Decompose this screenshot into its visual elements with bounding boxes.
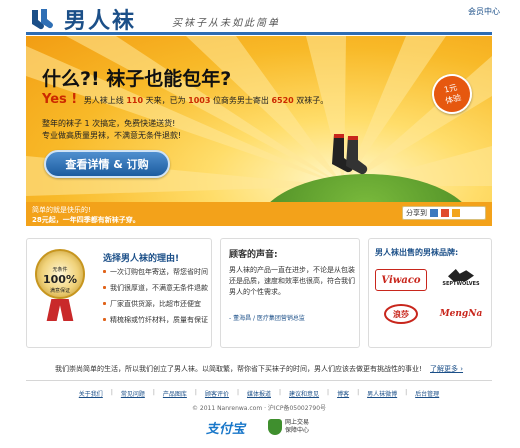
testimonial-quote: 男人袜的产品一直在进步，不论是从包装还是品质，速度和效率也很高，符合我们男人的个… bbox=[229, 266, 355, 296]
trust-line-1: 网上交易 bbox=[285, 419, 310, 426]
socks-illustration-icon bbox=[332, 134, 368, 175]
reasons-list: 一次订购包年寄送，帮您省时间 我们很厚道，不满意无条件退款 厂家直供货源，比超市… bbox=[103, 267, 208, 331]
alipay-logo[interactable]: 支付宝 bbox=[206, 418, 245, 437]
footer-link-faq[interactable]: 常见问题 bbox=[121, 389, 145, 398]
separator: | bbox=[327, 389, 330, 396]
share-qzone-icon[interactable] bbox=[430, 209, 438, 217]
share-label: 分享到 bbox=[406, 209, 427, 217]
reasons-title: 选择男人袜的理由! bbox=[103, 254, 180, 264]
trust-badge[interactable]: 网上交易 保障中心 bbox=[268, 419, 309, 435]
brand-langsha-text: 浪莎 bbox=[384, 304, 418, 324]
trust-line-2: 保障中心 bbox=[285, 427, 310, 434]
tagline-text: 我们崇尚简单的生活，所以我们创立了男人袜。以简取繁，帮你省下买袜子的时间，男人们… bbox=[54, 365, 422, 373]
list-item: 精梳棉或竹纤材料，质量有保证 bbox=[103, 315, 208, 325]
hero-footer-line-2: 28元起，一年四季都有新袜子穿。 bbox=[32, 216, 140, 224]
member-center-link[interactable]: 会员中心 bbox=[468, 6, 500, 17]
footer-link-media[interactable]: 媒体报道 bbox=[247, 389, 271, 398]
stats-pairs: 6520 bbox=[271, 96, 294, 105]
brand-langsha-logo[interactable]: 浪莎 bbox=[375, 303, 427, 325]
testimonial-panel: 顾客的声音: 男人袜的产品一直在进步，不论是从包装还是品质，速度和效率也很高，符… bbox=[220, 238, 360, 348]
stats-days: 110 bbox=[126, 96, 144, 105]
footer-tagline: 我们崇尚简单的生活，所以我们创立了男人袜。以简取繁，帮你省下买袜子的时间，男人们… bbox=[26, 364, 492, 374]
brand-mengna-logo[interactable]: MengNa bbox=[435, 303, 487, 325]
satisfaction-medal-icon: 无条件 100% 满意保证 bbox=[35, 249, 85, 299]
footer-link-reviews[interactable]: 顾客评价 bbox=[205, 389, 229, 398]
top-bar: 男人袜 买袜子从未如此简单 会员中心 bbox=[0, 0, 520, 36]
separator: | bbox=[110, 389, 113, 396]
stats-text-2: 天来，已为 bbox=[145, 96, 186, 105]
separator: | bbox=[152, 389, 155, 396]
learn-more-link[interactable]: 了解更多 › bbox=[430, 365, 463, 373]
brand-septwolves-text: SEPTWOLVES bbox=[442, 281, 480, 287]
medal-top-text: 无条件 bbox=[52, 267, 68, 273]
footer-link-weibo[interactable]: 男人袜微博 bbox=[367, 389, 397, 398]
medal-ribbon-right bbox=[58, 299, 74, 321]
copyright: © 2011 Nanrenwa.com · 沪ICP备05002790号 bbox=[191, 405, 327, 412]
site-logo[interactable]: 男人袜 bbox=[28, 6, 168, 34]
reasons-panel: 无条件 100% 满意保证 选择男人袜的理由! 一次订购包年寄送，帮您省时间 我… bbox=[26, 238, 212, 348]
footer-link-feedback[interactable]: 建议和意见 bbox=[289, 389, 319, 398]
brand-viwaco-logo[interactable]: Viwaco bbox=[375, 269, 427, 291]
list-item: 厂家直供货源，比超市还便宜 bbox=[103, 299, 208, 309]
list-item: 我们很厚道，不满意无条件退款 bbox=[103, 283, 208, 293]
testimonial-title: 顾客的声音: bbox=[229, 250, 278, 260]
separator: | bbox=[357, 389, 360, 396]
logo-text: 男人袜 bbox=[64, 8, 137, 34]
header-divider bbox=[26, 32, 492, 35]
hero-banner: 什么?! 袜子也能包年? Yes ! 男人袜上线 110 天来，已为 1003 … bbox=[26, 36, 492, 222]
medal-bottom-text: 满意保证 bbox=[49, 288, 70, 294]
share-weibo-icon[interactable] bbox=[441, 209, 449, 217]
footer-link-blog[interactable]: 博客 bbox=[337, 389, 349, 398]
medal-percent: 100% bbox=[43, 273, 77, 286]
footer-divider bbox=[26, 380, 492, 381]
shield-icon bbox=[268, 419, 282, 435]
list-item: 一次订购包年寄送，帮您省时间 bbox=[103, 267, 208, 277]
stats-text-3: 位商务男士寄出 bbox=[212, 96, 269, 105]
badge-line-2: 体验 bbox=[444, 93, 463, 106]
view-details-order-button[interactable]: 查看详情 & 订购 bbox=[44, 150, 170, 178]
site-slogan: 买袜子从未如此简单 bbox=[172, 18, 280, 29]
footer-link-about[interactable]: 关于我们 bbox=[79, 389, 103, 398]
brand-septwolves-logo[interactable]: SEPTWOLVES bbox=[435, 267, 487, 289]
hero-stats: Yes ! 男人袜上线 110 天来，已为 1003 位商务男士寄出 6520 … bbox=[42, 92, 328, 107]
hero-footer-line-1: 简单的就是快乐的! bbox=[32, 206, 91, 214]
share-renren-icon[interactable] bbox=[452, 209, 460, 217]
hero-benefit-1: 整年的袜子 1 次搞定，免费快递送货! bbox=[42, 119, 176, 128]
footer-link-admin[interactable]: 后台管理 bbox=[415, 389, 439, 398]
footer-nav: 关于我们 | 常见问题 | 产品图库 | 顾客评价 | 媒体报道 | 建议和意见… bbox=[26, 389, 492, 398]
hero-benefit-2: 专业做高质量男袜，不满意无条件退款! bbox=[42, 131, 182, 140]
stats-customers: 1003 bbox=[188, 96, 211, 105]
socks-logo-icon bbox=[32, 9, 53, 30]
stats-text-1: 男人袜上线 bbox=[83, 96, 124, 105]
trust-text: 网上交易 保障中心 bbox=[285, 419, 309, 435]
separator: | bbox=[194, 389, 197, 396]
brands-panel: 男人袜出售的男袜品牌: Viwaco SEPTWOLVES 浪莎 MengNa bbox=[368, 238, 492, 348]
hero-yes: Yes ! bbox=[42, 92, 78, 107]
brands-title: 男人袜出售的男袜品牌: bbox=[375, 248, 459, 257]
footer-link-gallery[interactable]: 产品图库 bbox=[163, 389, 187, 398]
hero-headline: 什么?! 袜子也能包年? bbox=[42, 68, 232, 90]
separator: | bbox=[279, 389, 282, 396]
separator: | bbox=[405, 389, 408, 396]
share-widget[interactable]: 分享到 bbox=[402, 206, 486, 220]
separator: | bbox=[236, 389, 239, 396]
testimonial-author-link[interactable]: - 董海昌 / 医疗集团营销总监 bbox=[229, 313, 305, 322]
stats-text-4: 双袜子。 bbox=[296, 96, 329, 105]
wolf-icon bbox=[448, 269, 474, 281]
